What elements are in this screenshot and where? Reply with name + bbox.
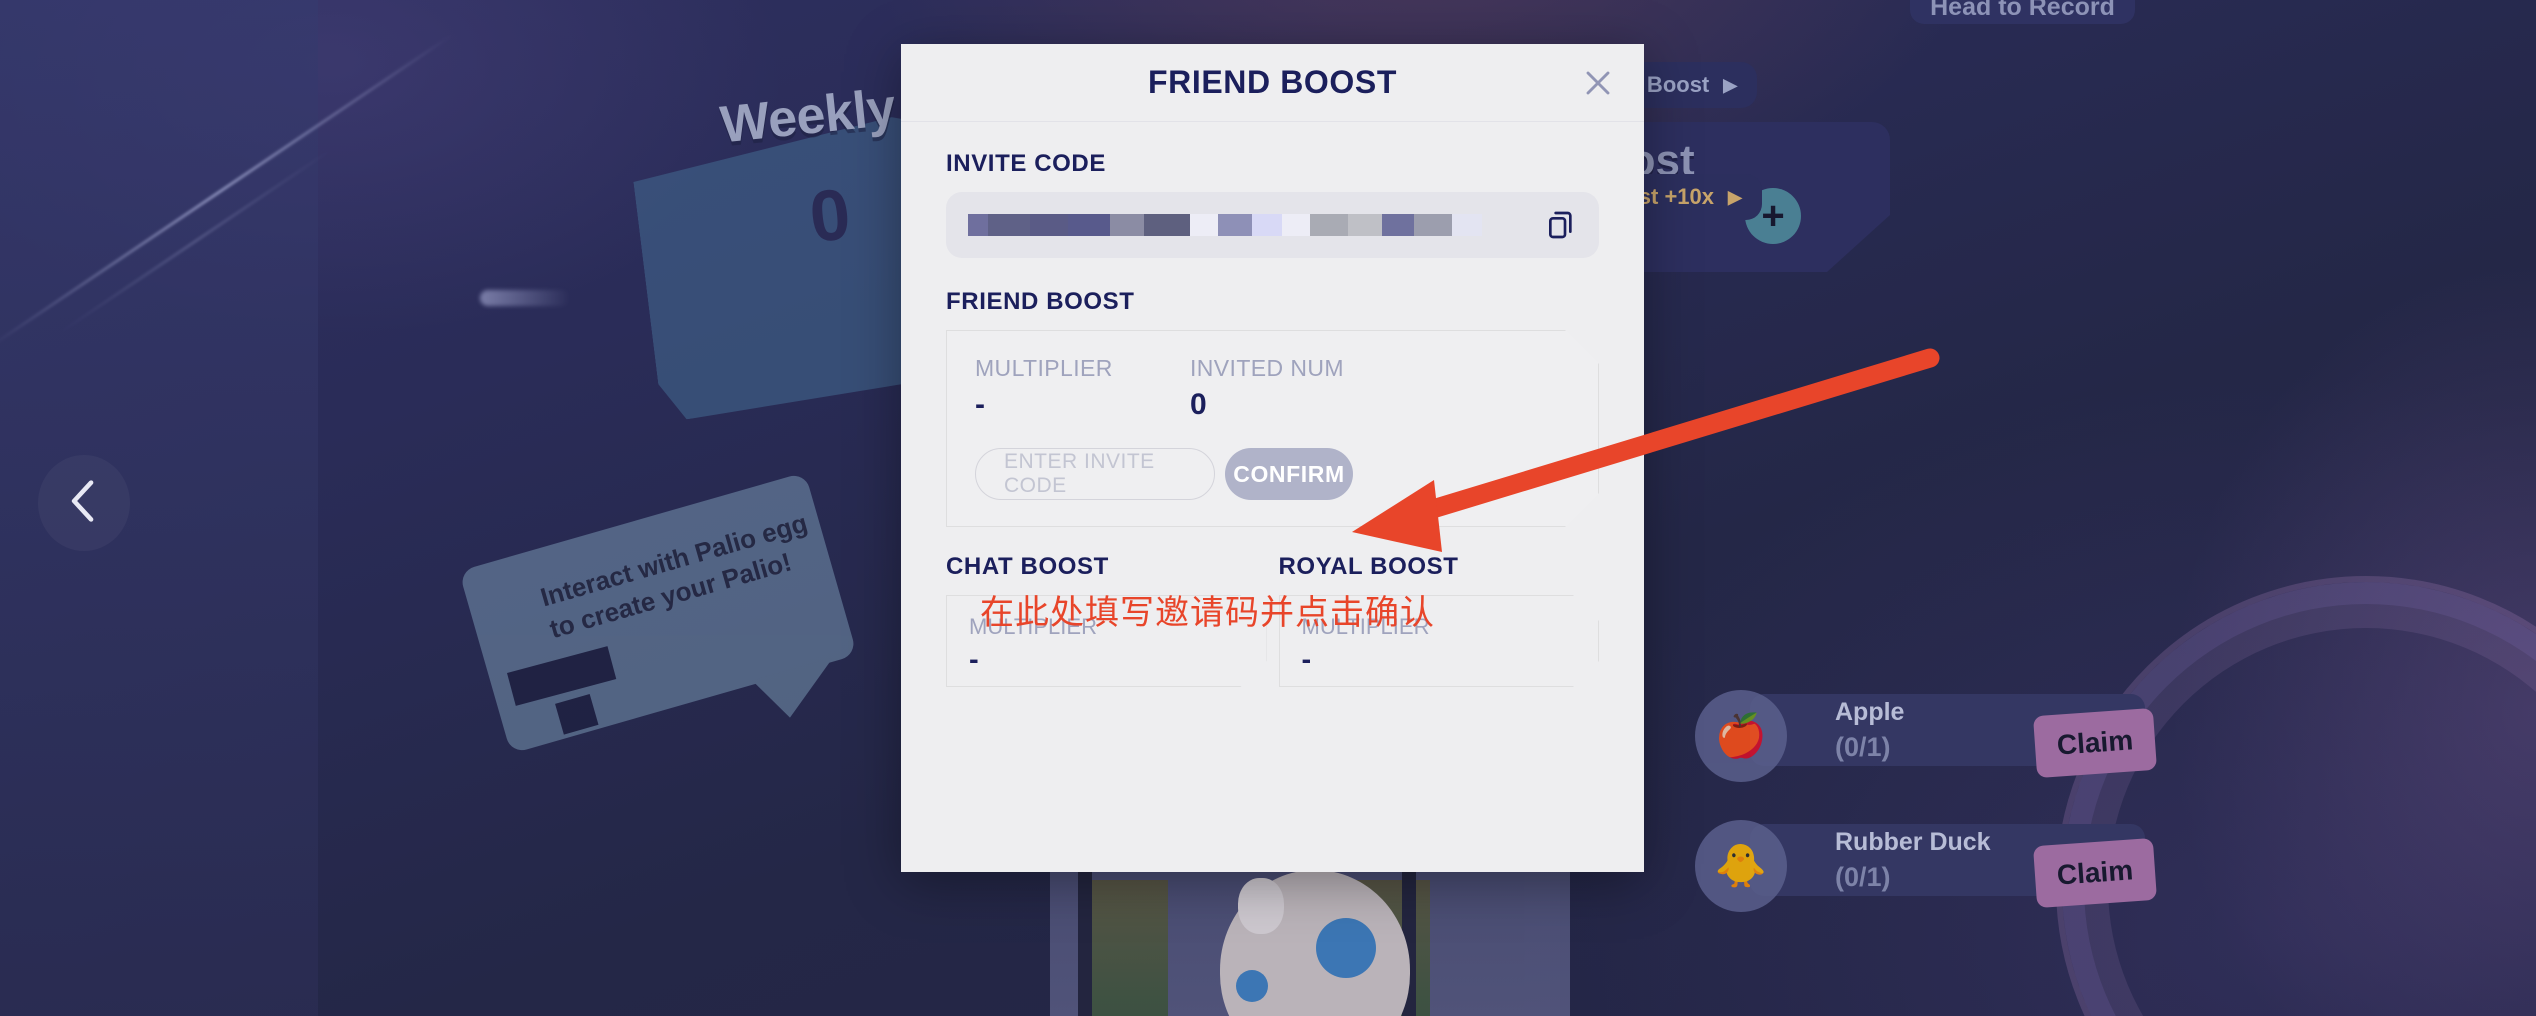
copy-icon[interactable] bbox=[1545, 209, 1577, 241]
egg-highlight bbox=[1238, 878, 1284, 934]
background-dots bbox=[480, 290, 570, 306]
modal-header: FRIEND BOOST bbox=[901, 44, 1644, 122]
scene-grass-left bbox=[1088, 880, 1168, 1016]
invite-code-input[interactable]: ENTER INVITE CODE bbox=[975, 448, 1215, 500]
egg-spot-small bbox=[1236, 970, 1268, 1002]
chevron-right-icon-royal: ▶ bbox=[1728, 186, 1742, 207]
speech-bubble-block bbox=[507, 646, 617, 706]
item-avatar: 🐥 bbox=[1695, 820, 1787, 912]
head-to-record-button[interactable]: Head to Record bbox=[1910, 0, 2135, 24]
page-title: FRIEND BOOST bbox=[1148, 64, 1397, 100]
invite-code-value-redacted bbox=[968, 211, 1531, 239]
rubber-duck-icon: 🐥 bbox=[1714, 842, 1768, 889]
item-count: (0/1) bbox=[1835, 732, 1891, 762]
invited-num-stat-key: INVITED NUM bbox=[1190, 355, 1344, 381]
item-count: (0/1) bbox=[1835, 862, 1891, 892]
annotation-text: 在此处填写邀请码并点击确认 bbox=[980, 593, 1435, 633]
item-avatar: 🍎 bbox=[1695, 690, 1787, 782]
chat-boost-label: CHAT BOOST bbox=[946, 553, 1109, 580]
palio-egg-scene bbox=[1050, 860, 1570, 1016]
friend-boost-stats: MULTIPLIER - INVITED NUM 0 bbox=[975, 355, 1570, 422]
invite-code-entry-row: ENTER INVITE CODE CONFIRM bbox=[975, 448, 1570, 500]
chevron-right-icon: ▶ bbox=[1723, 74, 1738, 95]
invite-code-field[interactable] bbox=[946, 192, 1599, 258]
invited-num-stat: INVITED NUM 0 bbox=[1190, 355, 1344, 422]
speech-bubble-block-small bbox=[555, 693, 599, 735]
friend-boost-card: MULTIPLIER - INVITED NUM 0 ENTER INVITE … bbox=[946, 330, 1599, 527]
multiplier-stat-value: - bbox=[975, 388, 985, 421]
item-name: Apple bbox=[1835, 698, 1905, 726]
claim-button[interactable]: Claim bbox=[2032, 707, 2158, 779]
claim-button[interactable]: Claim bbox=[2032, 837, 2158, 909]
chevron-left-icon bbox=[67, 478, 101, 529]
invited-num-stat-value: 0 bbox=[1190, 388, 1207, 421]
item-name: Rubber Duck bbox=[1835, 828, 1991, 856]
apple-icon: 🍎 bbox=[1714, 712, 1768, 759]
close-icon[interactable] bbox=[1580, 65, 1616, 101]
back-button[interactable] bbox=[38, 455, 130, 551]
egg-spot-large bbox=[1316, 918, 1376, 978]
scene-wall-left bbox=[1078, 860, 1092, 1016]
multiplier-stat-key: MULTIPLIER bbox=[975, 355, 1113, 381]
multiplier-stat: MULTIPLIER - bbox=[975, 355, 1190, 422]
list-item[interactable]: 🐥 Rubber Duck (0/1) Claim bbox=[1695, 820, 2158, 912]
weekly-card-value: 0 bbox=[805, 174, 855, 258]
royal-boost-stat-value: - bbox=[1301, 644, 1312, 676]
chat-boost-stat-value: - bbox=[969, 644, 979, 676]
friend-boost-label: FRIEND BOOST bbox=[946, 288, 1135, 315]
royal-boost-label-modal: ROYAL BOOST bbox=[1278, 553, 1459, 580]
friend-boost-modal: FRIEND BOOST INVITE CODE FRIEND BOOST MU… bbox=[901, 44, 1644, 872]
invite-code-label: INVITE CODE bbox=[946, 150, 1106, 177]
confirm-button[interactable]: CONFIRM bbox=[1225, 448, 1353, 500]
list-item[interactable]: 🍎 Apple (0/1) Claim bbox=[1695, 690, 2158, 782]
